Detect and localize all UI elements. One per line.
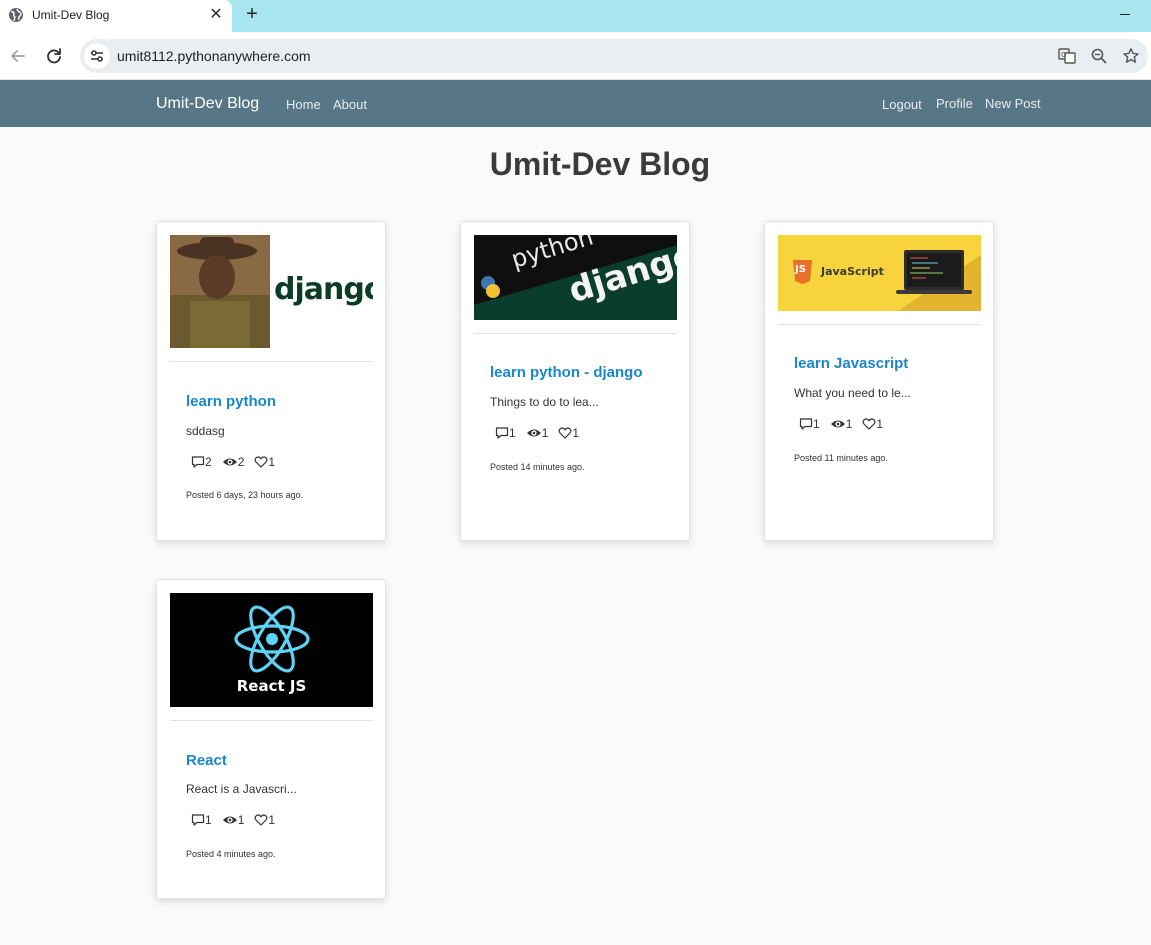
post-date: Posted 4 minutes ago. — [186, 849, 276, 859]
close-tab-icon[interactable]: ✕ — [206, 5, 226, 25]
likes-stat: 1 — [558, 426, 579, 440]
heart-icon[interactable] — [254, 813, 268, 827]
image-caption: React JS — [236, 677, 307, 695]
views-stat: 1 — [222, 813, 245, 827]
likes-count: 1 — [268, 813, 276, 827]
comment-icon — [799, 418, 813, 430]
heart-icon[interactable] — [254, 455, 268, 469]
eye-icon — [830, 420, 845, 428]
comment-icon — [495, 427, 509, 439]
heart-icon[interactable] — [862, 417, 876, 431]
site-navbar: Umit-Dev Blog Home About Logout Profile … — [0, 80, 1151, 127]
likes-count: 1 — [572, 426, 580, 440]
views-count: 1 — [541, 426, 549, 440]
post-excerpt: What you need to le... — [794, 386, 911, 400]
post-title[interactable]: React — [186, 752, 227, 769]
heart-icon[interactable] — [558, 426, 572, 440]
nav-link-home[interactable]: Home — [286, 97, 321, 112]
likes-stat: 1 — [862, 417, 883, 431]
post-date: Posted 6 days, 23 hours ago. — [186, 490, 304, 500]
image-caption: JavaScript — [821, 265, 884, 278]
eye-icon — [222, 816, 237, 824]
likes-count: 1 — [268, 455, 276, 469]
back-arrow-icon[interactable] — [7, 45, 29, 67]
views-count: 2 — [237, 455, 245, 469]
tune-icon — [91, 50, 103, 62]
post-stats: 1 1 1 — [495, 425, 589, 441]
reload-icon[interactable] — [43, 45, 65, 67]
comments-count: 1 — [205, 813, 212, 827]
image-caption: django — [274, 272, 373, 307]
comments-count: 1 — [813, 417, 820, 431]
browser-tab[interactable]: Umit-Dev Blog ✕ — [0, 0, 232, 32]
browser-tab-strip: Umit-Dev Blog ✕ + — [0, 0, 1151, 32]
post-card: python django learn python - django Thin… — [460, 221, 690, 541]
post-image[interactable]: python django — [474, 235, 677, 320]
comments-count: 2 — [205, 455, 212, 469]
divider — [778, 324, 981, 325]
eye-icon — [526, 429, 541, 437]
page-title: Umit-Dev Blog — [489, 146, 711, 182]
divider — [170, 720, 373, 721]
views-count: 1 — [845, 417, 853, 431]
post-stats: 1 1 1 — [191, 812, 285, 828]
likes-stat: 1 — [254, 455, 275, 469]
views-count: 1 — [237, 813, 245, 827]
divider — [170, 361, 373, 362]
tab-title: Umit-Dev Blog — [32, 8, 110, 22]
comment-icon — [191, 814, 205, 826]
post-card: React JS React React is a Javascri... 1 … — [156, 579, 386, 899]
post-stats: 1 1 1 — [799, 416, 893, 432]
post-excerpt: React is a Javascri... — [186, 782, 297, 796]
globe-icon — [9, 8, 23, 22]
post-excerpt: sddasg — [186, 424, 225, 438]
post-excerpt: Things to do to lea... — [490, 395, 599, 409]
nav-link-logout[interactable]: Logout — [882, 97, 922, 112]
post-stats: 2 2 1 — [191, 454, 285, 470]
post-image[interactable]: React JS — [170, 593, 373, 707]
likes-stat: 1 — [254, 813, 275, 827]
views-stat: 1 — [830, 417, 853, 431]
views-stat: 2 — [222, 455, 245, 469]
comments-count: 1 — [509, 426, 516, 440]
js-badge: JS — [795, 264, 806, 275]
minimize-window-button[interactable] — [1116, 6, 1136, 22]
post-title[interactable]: learn python — [186, 393, 276, 410]
comments-stat: 1 — [191, 813, 212, 827]
bookmark-star-icon[interactable] — [1122, 47, 1140, 65]
svg-text:G: G — [1061, 51, 1066, 59]
eye-icon — [222, 458, 237, 466]
views-stat: 1 — [526, 426, 549, 440]
comments-stat: 2 — [191, 455, 212, 469]
post-date: Posted 14 minutes ago. — [490, 462, 585, 472]
url-text[interactable]: umit8112.pythonanywhere.com — [117, 48, 311, 64]
site-info-button[interactable] — [84, 43, 110, 69]
likes-count: 1 — [876, 417, 884, 431]
post-date: Posted 11 minutes ago. — [794, 453, 888, 463]
post-title[interactable]: learn Javascript — [794, 355, 908, 372]
nav-link-new-post[interactable]: New Post — [985, 96, 1041, 111]
address-bar[interactable]: umit8112.pythonanywhere.com G — [80, 39, 1148, 73]
navbar-brand[interactable]: Umit-Dev Blog — [156, 95, 259, 113]
comment-icon — [191, 456, 205, 468]
comments-stat: 1 — [799, 417, 820, 431]
post-title[interactable]: learn python - django — [490, 364, 643, 381]
nav-link-about[interactable]: About — [333, 97, 367, 112]
browser-toolbar: umit8112.pythonanywhere.com G — [0, 32, 1151, 80]
post-image[interactable]: JS JavaScript — [778, 235, 981, 311]
post-image[interactable]: django — [170, 235, 373, 348]
zoom-icon[interactable] — [1090, 47, 1108, 65]
post-card: JS JavaScript learn Javascript What you … — [764, 221, 994, 541]
comments-stat: 1 — [495, 426, 516, 440]
new-tab-button[interactable]: + — [241, 4, 263, 26]
divider — [474, 333, 677, 334]
translate-icon[interactable]: G — [1058, 47, 1076, 65]
nav-link-profile[interactable]: Profile — [936, 96, 973, 111]
post-card: django learn python sddasg 2 2 1 Posted … — [156, 221, 386, 541]
